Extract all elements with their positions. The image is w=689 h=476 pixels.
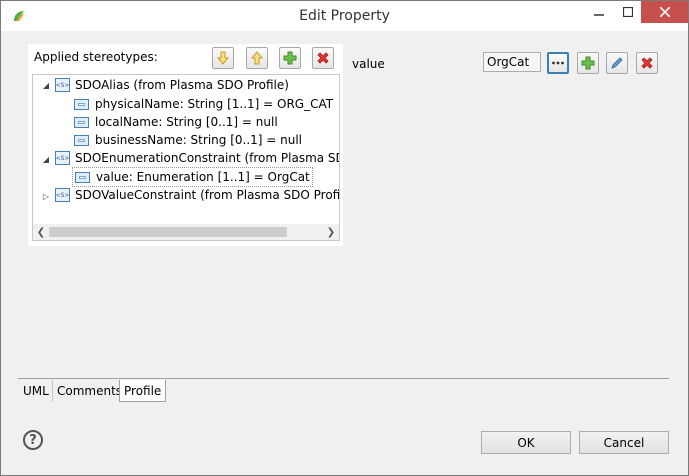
tree-item-sdovalueconstraint[interactable]: <S> SDOValueConstraint (from Plasma SDO … xyxy=(55,186,340,204)
horizontal-scrollbar[interactable]: ❮ ❯ xyxy=(32,224,340,241)
minimize-button[interactable] xyxy=(584,1,614,23)
pencil-icon xyxy=(611,57,623,69)
tree-item-sdoalias[interactable]: <S> SDOAlias (from Plasma SDO Profile) xyxy=(55,76,289,94)
edit-value-button[interactable] xyxy=(606,52,628,74)
tree-item-label: SDOAlias (from Plasma SDO Profile) xyxy=(75,78,289,92)
title-bar: Edit Property xyxy=(1,1,688,31)
property-icon xyxy=(75,171,90,183)
plus-icon xyxy=(581,56,595,70)
browse-values-button[interactable] xyxy=(547,52,569,74)
add-stereotype-button[interactable] xyxy=(279,47,301,69)
add-value-button[interactable] xyxy=(577,52,599,74)
tab-uml[interactable]: UML xyxy=(19,380,53,402)
tree-item-label: localName: String [0..1] = null xyxy=(95,115,278,129)
ellipsis-icon xyxy=(552,61,564,65)
arrow-up-icon xyxy=(250,51,264,65)
stereotype-icon: <S> xyxy=(55,188,70,202)
collapse-icon[interactable]: ◢ xyxy=(41,154,51,164)
tree-item-label: SDOValueConstraint (from Plasma SDO Prof… xyxy=(75,188,340,202)
maximize-button[interactable] xyxy=(613,1,643,23)
value-label: value xyxy=(352,57,385,71)
stereotype-icon: <S> xyxy=(55,151,70,165)
minimize-icon xyxy=(594,14,604,16)
stereotype-tree[interactable]: ◢ <S> SDOAlias (from Plasma SDO Profile)… xyxy=(32,74,340,226)
move-down-button[interactable] xyxy=(212,47,234,69)
tab-comments[interactable]: Comments xyxy=(52,380,126,402)
remove-value-button[interactable] xyxy=(636,52,658,74)
tree-item-businessname[interactable]: businessName: String [0..1] = null xyxy=(74,131,302,149)
scroll-right-icon[interactable]: ❯ xyxy=(324,224,338,240)
delete-icon xyxy=(317,52,329,64)
property-icon xyxy=(74,116,89,128)
tree-item-label: value: Enumeration [1..1] = OrgCat xyxy=(96,170,310,184)
tree-item-sdoenumerationconstraint[interactable]: <S> SDOEnumerationConstraint (from Plasm… xyxy=(55,149,340,167)
tree-item-label: businessName: String [0..1] = null xyxy=(95,133,303,147)
property-icon xyxy=(74,134,89,146)
value-field[interactable]: OrgCat xyxy=(483,52,541,72)
plus-icon xyxy=(283,51,297,65)
tab-profile[interactable]: Profile xyxy=(119,380,167,402)
tree-item-label: SDOEnumerationConstraint (from Plasma SD… xyxy=(75,151,340,165)
move-up-button[interactable] xyxy=(246,47,268,69)
stereotype-icon: <S> xyxy=(55,78,70,92)
close-button[interactable] xyxy=(641,1,688,23)
property-icon xyxy=(74,98,89,110)
delete-icon xyxy=(641,57,653,69)
remove-stereotype-button[interactable] xyxy=(312,47,334,69)
tree-item-value[interactable]: value: Enumeration [1..1] = OrgCat xyxy=(72,167,313,187)
expand-icon[interactable]: ▷ xyxy=(41,191,51,201)
maximize-icon xyxy=(623,7,633,17)
tree-item-physicalname[interactable]: physicalName: String [1..1] = ORG_CAT xyxy=(74,95,333,113)
scroll-left-icon[interactable]: ❮ xyxy=(34,224,48,240)
scrollbar-thumb[interactable] xyxy=(49,227,287,237)
ok-button[interactable]: OK xyxy=(481,431,571,454)
arrow-down-icon xyxy=(216,51,230,65)
close-icon xyxy=(659,7,670,17)
applied-stereotypes-label: Applied stereotypes: xyxy=(34,50,158,64)
collapse-icon[interactable]: ◢ xyxy=(41,80,51,90)
tree-item-label: physicalName: String [1..1] = ORG_CAT xyxy=(95,97,334,111)
cancel-button[interactable]: Cancel xyxy=(579,431,669,454)
help-icon[interactable]: ? xyxy=(23,430,43,450)
tree-item-localname[interactable]: localName: String [0..1] = null xyxy=(74,113,278,131)
tab-divider xyxy=(18,378,669,379)
